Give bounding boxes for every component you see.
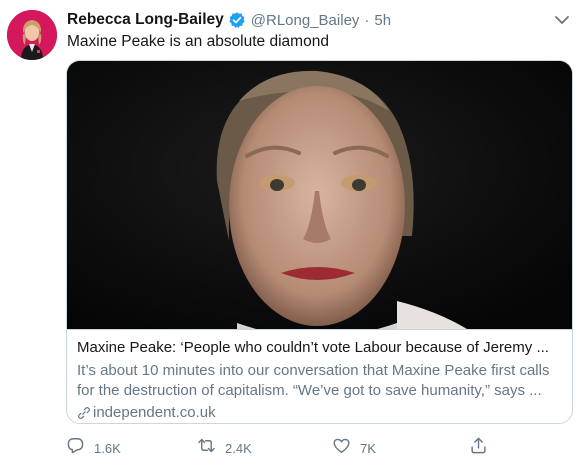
card-description-line: for the destruction of capitalism. “We’v… [77,382,542,399]
reply-count: 1.6K [94,440,121,456]
card-domain-text: independent.co.uk [93,404,216,421]
reply-icon [66,436,85,460]
user-handle[interactable]: @RLong_Bailey [251,12,360,29]
avatar[interactable] [7,10,57,60]
retweet-icon [197,436,216,460]
retweet-button[interactable]: 2.4K [197,436,252,460]
like-button[interactable]: 7K [332,436,376,460]
chevron-down-icon[interactable] [554,13,570,25]
timestamp[interactable]: 5h [374,12,391,29]
card-image [67,61,572,329]
separator-dot: · [364,11,370,29]
tweet-header: Rebecca Long-Bailey @RLong_Bailey · 5h [67,9,391,31]
like-count: 7K [360,440,376,456]
link-card[interactable]: Maxine Peake: ‘People who couldn’t vote … [66,60,573,424]
tweet-text: Maxine Peake is an absolute diamond [67,33,329,50]
card-body: Maxine Peake: ‘People who couldn’t vote … [67,329,572,423]
card-title: Maxine Peake: ‘People who couldn’t vote … [77,339,549,356]
share-icon [469,436,488,460]
display-name[interactable]: Rebecca Long-Bailey [67,11,224,29]
reply-button[interactable]: 1.6K [66,436,121,460]
link-icon [77,406,91,420]
card-domain: independent.co.uk [77,403,562,423]
tweet[interactable]: Rebecca Long-Bailey @RLong_Bailey · 5h M… [0,0,584,471]
card-description: It’s about 10 minutes into our conversat… [77,361,562,401]
card-description-line: It’s about 10 minutes into our conversat… [77,362,550,379]
verified-badge-icon [228,11,246,29]
retweet-count: 2.4K [225,440,252,456]
tweet-actions: 1.6K 2.4K 7K [64,436,564,460]
share-button[interactable] [469,436,488,460]
like-icon [332,436,351,460]
